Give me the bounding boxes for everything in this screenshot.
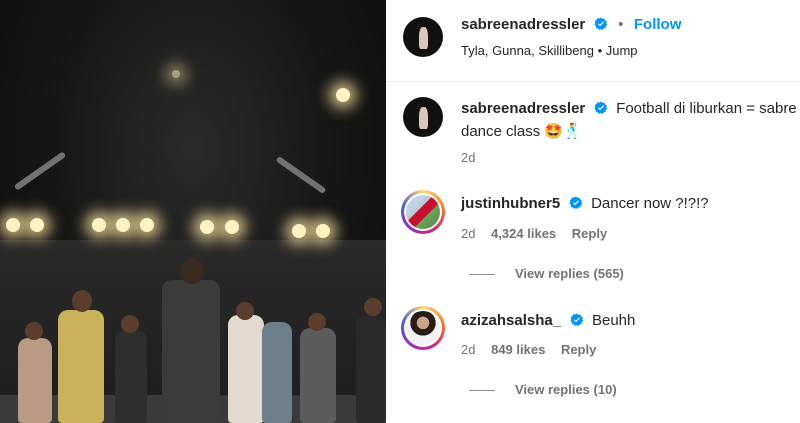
comment-likes[interactable]: 849 likes bbox=[491, 342, 545, 357]
dancer-head bbox=[72, 290, 92, 312]
comment-text: Dancer now ?!?!? bbox=[591, 195, 709, 212]
comment-meta: 2d 4,324 likes Reply bbox=[461, 226, 607, 241]
stage-light bbox=[140, 218, 154, 232]
header-author-row: sabreenadressler • Follow bbox=[461, 16, 681, 34]
comment-row: justinhubner5 Dancer now ?!?!? bbox=[461, 195, 709, 213]
verified-badge-icon bbox=[594, 17, 607, 30]
lead-dancer-head bbox=[180, 258, 204, 284]
verified-badge-icon bbox=[594, 101, 607, 114]
follow-button[interactable]: Follow bbox=[634, 16, 682, 33]
reply-button[interactable]: Reply bbox=[561, 342, 596, 357]
view-replies-button[interactable]: View replies (565) bbox=[469, 266, 624, 281]
replies-divider bbox=[469, 390, 495, 392]
comment-likes[interactable]: 4,324 likes bbox=[491, 226, 556, 241]
stage-light bbox=[116, 218, 130, 232]
comment-text: Beuhh bbox=[591, 312, 636, 329]
ceiling-fixture bbox=[13, 151, 67, 191]
comment-row: azizahsalsha_ Beuhh bbox=[461, 312, 635, 330]
view-replies-label: View replies (10) bbox=[515, 382, 617, 397]
dancer bbox=[115, 330, 147, 423]
caption-line1: sabreenadressler Football di liburkan = … bbox=[461, 100, 797, 118]
dancer-head bbox=[308, 313, 326, 331]
stage-light bbox=[30, 218, 44, 232]
stage-light bbox=[225, 220, 239, 234]
header-separator: • bbox=[618, 16, 624, 33]
dancer bbox=[262, 322, 292, 423]
comment-username[interactable]: azizahsalsha_ bbox=[461, 312, 561, 329]
reply-button[interactable]: Reply bbox=[572, 226, 607, 241]
caption-username[interactable]: sabreenadressler bbox=[461, 100, 585, 117]
stage-light bbox=[292, 224, 306, 238]
author-avatar[interactable] bbox=[403, 17, 443, 57]
comment-username[interactable]: justinhubner5 bbox=[461, 195, 560, 212]
stage-light bbox=[200, 220, 214, 234]
lead-dancer bbox=[162, 280, 220, 423]
dancer-head bbox=[121, 315, 139, 333]
replies-divider bbox=[469, 274, 495, 276]
verified-badge-icon bbox=[569, 196, 582, 209]
comment-avatar[interactable] bbox=[401, 306, 445, 350]
ceiling-light bbox=[172, 70, 180, 78]
view-replies-button[interactable]: View replies (10) bbox=[469, 382, 617, 397]
comment-meta: 2d 849 likes Reply bbox=[461, 342, 596, 357]
caption-text-continued: dance class 🤩🕺 bbox=[461, 123, 582, 140]
comment-avatar[interactable] bbox=[401, 190, 445, 234]
dancer-head bbox=[236, 302, 254, 320]
caption-text: Football di liburkan = sabre bbox=[616, 100, 797, 117]
author-username[interactable]: sabreenadressler bbox=[461, 16, 585, 33]
ceiling-fixture bbox=[275, 155, 327, 195]
caption-timestamp[interactable]: 2d bbox=[461, 150, 475, 165]
audio-track[interactable]: Tyla, Gunna, Skillibeng • Jump bbox=[461, 43, 638, 58]
dancer bbox=[18, 338, 52, 423]
dancer-head bbox=[364, 298, 382, 316]
post-header: sabreenadressler • Follow Tyla, Gunna, S… bbox=[386, 0, 800, 82]
dancer bbox=[58, 310, 104, 423]
dancer bbox=[356, 315, 386, 423]
view-replies-label: View replies (565) bbox=[515, 266, 624, 281]
dancer-head bbox=[25, 322, 43, 340]
stage-light bbox=[316, 224, 330, 238]
stage-light bbox=[92, 218, 106, 232]
stage-light bbox=[6, 218, 20, 232]
comment-timestamp[interactable]: 2d bbox=[461, 226, 475, 241]
verified-badge-icon bbox=[569, 313, 583, 326]
dancer bbox=[228, 315, 264, 423]
ceiling-light bbox=[336, 88, 350, 102]
reel-video[interactable] bbox=[0, 0, 386, 423]
post-panel: sabreenadressler • Follow Tyla, Gunna, S… bbox=[386, 0, 800, 423]
dancer bbox=[300, 328, 336, 423]
caption-avatar[interactable] bbox=[403, 97, 443, 137]
comment-timestamp[interactable]: 2d bbox=[461, 342, 475, 357]
